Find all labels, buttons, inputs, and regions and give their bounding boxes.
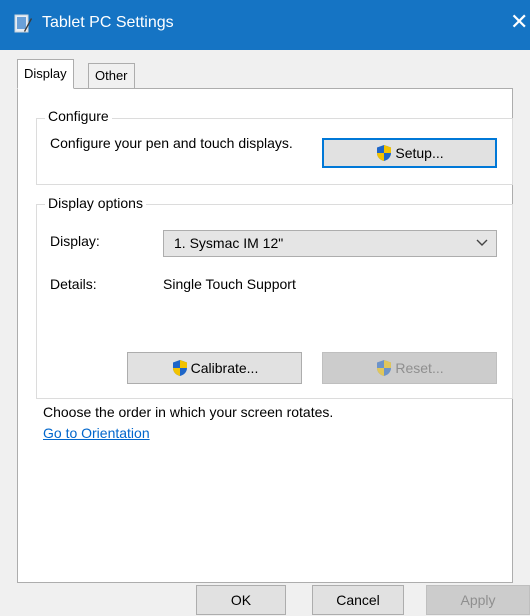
details-value: Single Touch Support xyxy=(163,276,296,292)
go-to-orientation-link[interactable]: Go to Orientation xyxy=(43,425,150,441)
display-select[interactable]: 1. Sysmac IM 12" xyxy=(163,230,497,257)
details-label: Details: xyxy=(50,276,97,292)
configure-description: Configure your pen and touch displays. xyxy=(50,135,293,151)
reset-button-label: Reset... xyxy=(395,360,444,376)
calibrate-button-label: Calibrate... xyxy=(190,360,259,376)
title-bar: Tablet PC Settings ✕ xyxy=(0,0,530,50)
tab-display[interactable]: Display xyxy=(17,59,74,89)
ok-button[interactable]: OK xyxy=(196,585,286,615)
configure-group-title: Configure xyxy=(45,108,112,124)
uac-shield-icon xyxy=(377,145,392,161)
display-options-group-title: Display options xyxy=(45,195,146,211)
setup-button[interactable]: Setup... xyxy=(322,138,497,168)
cancel-button[interactable]: Cancel xyxy=(312,585,404,615)
chevron-down-icon xyxy=(476,239,488,246)
uac-shield-icon xyxy=(377,360,392,376)
reset-button[interactable]: Reset... xyxy=(322,352,497,384)
display-select-value: 1. Sysmac IM 12" xyxy=(174,235,284,251)
tab-other[interactable]: Other xyxy=(88,63,135,89)
window-title: Tablet PC Settings xyxy=(42,14,174,31)
display-label: Display: xyxy=(50,233,100,249)
orientation-text: Choose the order in which your screen ro… xyxy=(43,404,334,420)
uac-shield-icon xyxy=(172,360,187,376)
apply-button[interactable]: Apply xyxy=(426,585,530,615)
close-icon[interactable]: ✕ xyxy=(510,8,530,38)
setup-button-label: Setup... xyxy=(395,145,444,161)
tablet-icon xyxy=(14,14,32,33)
calibrate-button[interactable]: Calibrate... xyxy=(127,352,302,384)
